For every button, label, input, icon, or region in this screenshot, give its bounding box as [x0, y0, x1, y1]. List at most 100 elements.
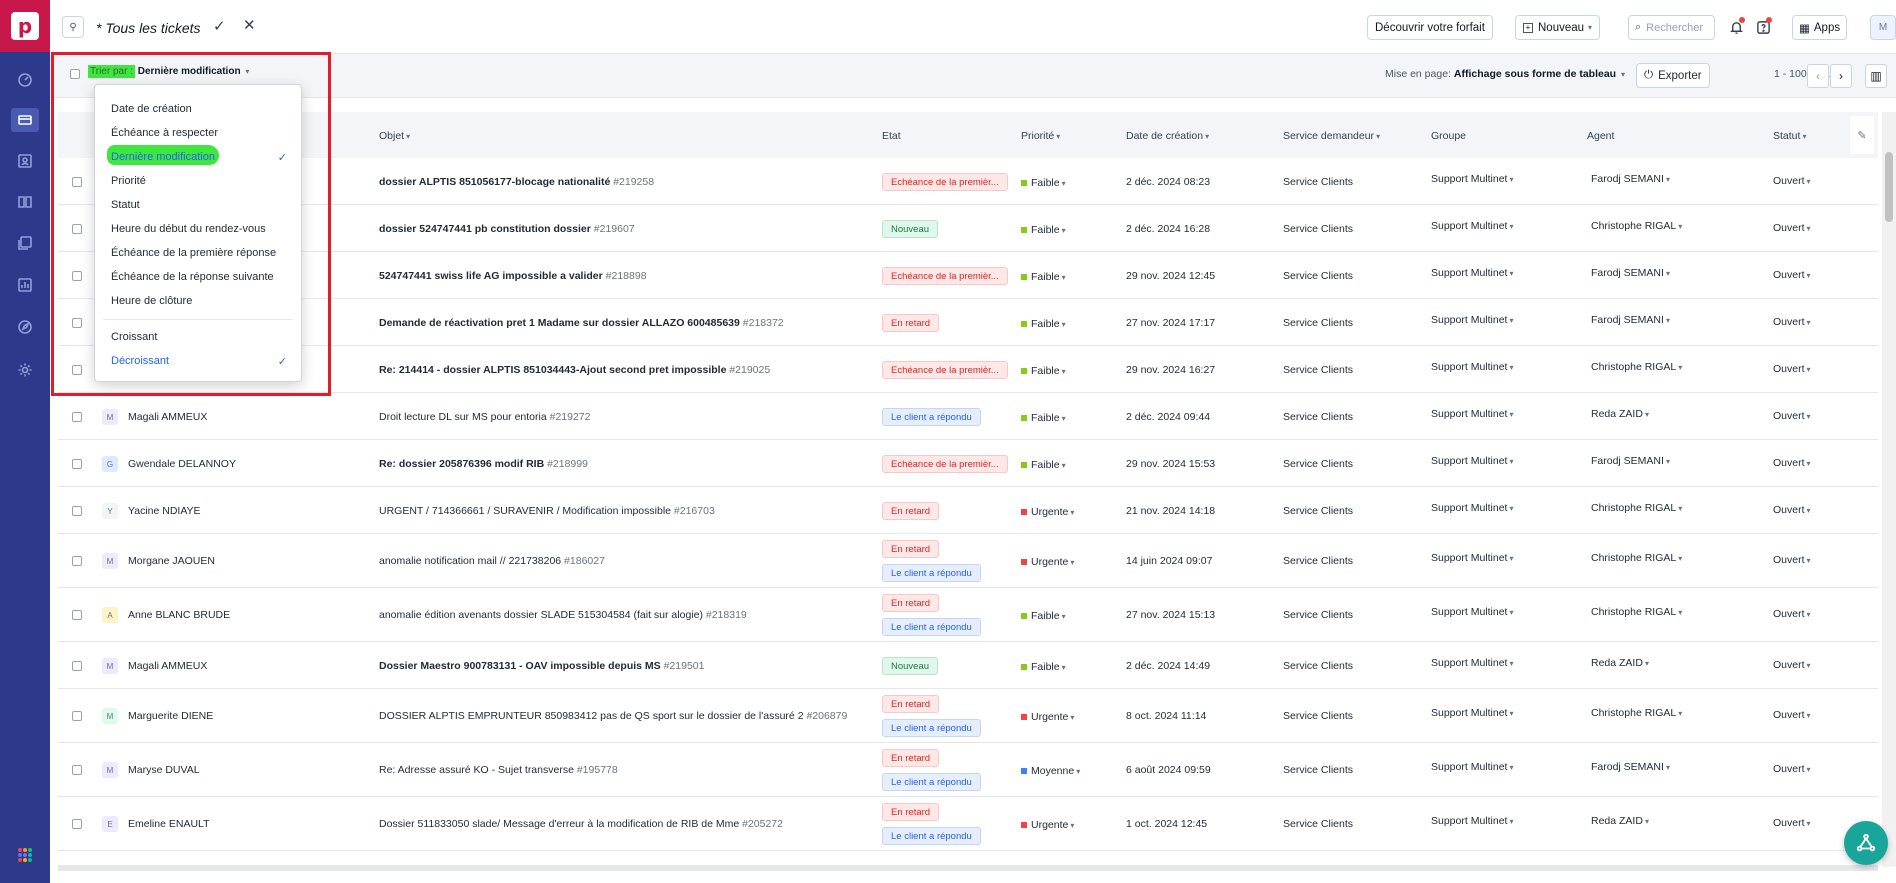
- row-checkbox[interactable]: [72, 661, 82, 671]
- group-selector[interactable]: Support Multinet ▾: [1431, 815, 1513, 827]
- priority-selector[interactable]: Urgente ▾: [1021, 711, 1074, 723]
- priority-selector[interactable]: Faible ▾: [1021, 365, 1066, 377]
- status-selector[interactable]: Ouvert ▾: [1773, 269, 1811, 281]
- group-selector[interactable]: Support Multinet ▾: [1431, 361, 1513, 373]
- view-title[interactable]: * Tous les tickets: [96, 20, 201, 36]
- agent-selector[interactable]: Farodj SEMANI ▾: [1591, 314, 1670, 326]
- table-row[interactable]: M Magali AMMEUX Dossier Maestro 900783131 …: [58, 642, 1878, 689]
- contact-name[interactable]: Marguerite DIENE: [128, 710, 213, 722]
- status-selector[interactable]: Ouvert ▾: [1773, 175, 1811, 187]
- priority-selector[interactable]: Faible ▾: [1021, 177, 1066, 189]
- priority-selector[interactable]: Urgente ▾: [1021, 506, 1074, 518]
- header-subject[interactable]: Objet ▾: [379, 130, 410, 142]
- notifications-bell-icon[interactable]: [1725, 15, 1747, 39]
- row-checkbox[interactable]: [72, 711, 82, 721]
- ticket-subject[interactable]: URGENT / 714366661 / SURAVENIR / Modific…: [379, 505, 715, 517]
- contact-name[interactable]: Magali AMMEUX: [128, 660, 207, 672]
- row-checkbox[interactable]: [72, 610, 82, 620]
- agent-selector[interactable]: Christophe RIGAL ▾: [1591, 502, 1682, 514]
- contact-name[interactable]: Yacine NDIAYE: [128, 505, 201, 517]
- table-row[interactable]: M Maryse DUVAL Re: Adresse assuré KO - Suj…: [58, 743, 1878, 797]
- contacts-icon[interactable]: [15, 151, 35, 171]
- row-checkbox[interactable]: [72, 506, 82, 516]
- vertical-scrollbar[interactable]: [1882, 112, 1896, 867]
- priority-selector[interactable]: Urgente ▾: [1021, 819, 1074, 831]
- settings-icon[interactable]: [15, 360, 35, 380]
- group-selector[interactable]: Support Multinet ▾: [1431, 552, 1513, 564]
- sort-option[interactable]: Échéance de la première réponse: [111, 247, 276, 259]
- new-button[interactable]: + Nouveau ▾: [1515, 15, 1601, 40]
- contact-name[interactable]: Anne BLANC BRUDE: [128, 609, 230, 621]
- status-selector[interactable]: Ouvert ▾: [1773, 817, 1811, 829]
- group-selector[interactable]: Support Multinet ▾: [1431, 657, 1513, 669]
- explore-icon[interactable]: [15, 317, 35, 337]
- table-row[interactable]: M Morgane JAOUEN anomalie notification mai…: [58, 534, 1878, 588]
- sort-option[interactable]: Statut: [111, 199, 140, 211]
- table-row[interactable]: Re: 214414 - dossier ALPTIS 851034443-Aj…: [58, 346, 1878, 393]
- priority-selector[interactable]: Faible ▾: [1021, 412, 1066, 424]
- ticket-subject[interactable]: Re: Adresse assuré KO - Sujet transverse…: [379, 764, 618, 776]
- priority-selector[interactable]: Urgente ▾: [1021, 556, 1074, 568]
- row-checkbox[interactable]: [72, 318, 82, 328]
- status-selector[interactable]: Ouvert ▾: [1773, 410, 1811, 422]
- knowledge-base-icon[interactable]: [15, 192, 35, 212]
- agent-selector[interactable]: Reda ZAID ▾: [1591, 815, 1649, 827]
- agent-selector[interactable]: Farodj SEMANI ▾: [1591, 173, 1670, 185]
- sort-option[interactable]: Heure du début du rendez-vous: [111, 223, 266, 235]
- agent-selector[interactable]: Christophe RIGAL ▾: [1591, 606, 1682, 618]
- contact-name[interactable]: Magali AMMEUX: [128, 411, 207, 423]
- priority-selector[interactable]: Faible ▾: [1021, 459, 1066, 471]
- table-row[interactable]: Y Yacine NDIAYE URGENT / 714366661 / SURAV…: [58, 487, 1878, 534]
- row-checkbox[interactable]: [72, 177, 82, 187]
- group-selector[interactable]: Support Multinet ▾: [1431, 220, 1513, 232]
- group-selector[interactable]: Support Multinet ▾: [1431, 314, 1513, 326]
- agent-selector[interactable]: Christophe RIGAL ▾: [1591, 361, 1682, 373]
- scrollbar-thumb[interactable]: [1885, 152, 1893, 222]
- table-row[interactable]: dossier ALPTIS 851056177-blocage nationa…: [58, 158, 1878, 205]
- row-checkbox[interactable]: [72, 412, 82, 422]
- header-priority[interactable]: Priorité ▾: [1021, 130, 1060, 142]
- ticket-subject[interactable]: Dossier 511833050 slade/ Message d'erreu…: [379, 818, 783, 830]
- ticket-subject[interactable]: anomalie notification mail // 221738206 …: [379, 555, 605, 567]
- sort-option[interactable]: Échéance de la réponse suivante: [111, 271, 274, 283]
- reports-icon[interactable]: [15, 275, 35, 295]
- priority-selector[interactable]: Faible ▾: [1021, 224, 1066, 236]
- group-selector[interactable]: Support Multinet ▾: [1431, 761, 1513, 773]
- sort-order-option[interactable]: Décroissant: [111, 355, 169, 367]
- panel-toggle-icon[interactable]: ▥: [1865, 64, 1887, 88]
- group-selector[interactable]: Support Multinet ▾: [1431, 707, 1513, 719]
- sort-option[interactable]: Priorité: [111, 175, 146, 187]
- contact-name[interactable]: Maryse DUVAL: [128, 764, 200, 776]
- ticket-subject[interactable]: Dossier Maestro 900783131 - OAV impossib…: [379, 660, 704, 672]
- ticket-subject[interactable]: Droit lecture DL sur MS pour entoria #21…: [379, 411, 591, 423]
- priority-selector[interactable]: Faible ▾: [1021, 610, 1066, 622]
- prev-page-button[interactable]: ‹: [1807, 64, 1829, 88]
- status-selector[interactable]: Ouvert ▾: [1773, 222, 1811, 234]
- agent-selector[interactable]: Farodj SEMANI ▾: [1591, 455, 1670, 467]
- agent-selector[interactable]: Farodj SEMANI ▾: [1591, 267, 1670, 279]
- table-row[interactable]: A Anne BLANC BRUDE anomalie édition avenan…: [58, 588, 1878, 642]
- status-selector[interactable]: Ouvert ▾: [1773, 608, 1811, 620]
- ticket-subject[interactable]: Re: dossier 205876396 modif RIB #218999: [379, 458, 588, 470]
- row-checkbox[interactable]: [72, 765, 82, 775]
- row-checkbox[interactable]: [72, 271, 82, 281]
- status-selector[interactable]: Ouvert ▾: [1773, 457, 1811, 469]
- filter-toggle-icon[interactable]: ⚲: [62, 16, 84, 38]
- sort-option[interactable]: Dernière modification: [111, 151, 215, 163]
- ticket-subject[interactable]: 524747441 swiss life AG impossible a val…: [379, 270, 647, 282]
- group-selector[interactable]: Support Multinet ▾: [1431, 455, 1513, 467]
- table-row[interactable]: 524747441 swiss life AG impossible a val…: [58, 252, 1878, 299]
- table-row[interactable]: E Emeline ENAULT Dossier 511833050 slade/ …: [58, 797, 1878, 851]
- row-checkbox[interactable]: [72, 819, 82, 829]
- tickets-icon[interactable]: [11, 108, 39, 132]
- header-status[interactable]: Statut ▾: [1773, 130, 1806, 142]
- agent-selector[interactable]: Christophe RIGAL ▾: [1591, 707, 1682, 719]
- ticket-subject[interactable]: dossier 524747441 pb constitution dossie…: [379, 223, 635, 235]
- group-selector[interactable]: Support Multinet ▾: [1431, 173, 1513, 185]
- priority-selector[interactable]: Faible ▾: [1021, 271, 1066, 283]
- status-selector[interactable]: Ouvert ▾: [1773, 504, 1811, 516]
- status-selector[interactable]: Ouvert ▾: [1773, 659, 1811, 671]
- table-row[interactable]: Demande de réactivation pret 1 Madame su…: [58, 299, 1878, 346]
- sort-order-option[interactable]: Croissant: [111, 331, 157, 343]
- check-icon[interactable]: ✓: [213, 17, 226, 35]
